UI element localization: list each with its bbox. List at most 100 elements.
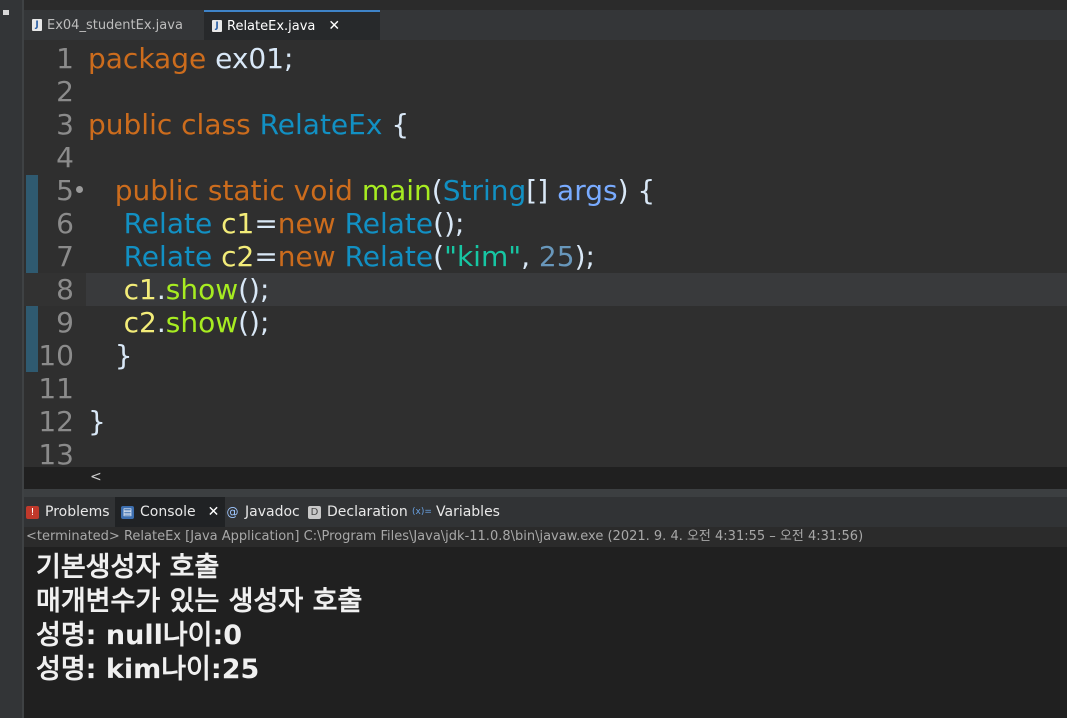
console-status-line: <terminated> RelateEx [Java Application]…: [24, 527, 1067, 547]
code-token: ();: [433, 207, 465, 240]
line-number: 2: [56, 75, 74, 108]
code-editor[interactable]: 1 package ex01; 2 3 public class RelateE…: [24, 40, 1067, 467]
java-file-icon: J: [32, 19, 42, 31]
keyword: static: [207, 174, 285, 207]
code-token: ) {: [617, 174, 656, 207]
method-name: show: [165, 306, 239, 339]
declaration-icon: D: [308, 505, 321, 519]
code-line: 12 }: [24, 405, 1067, 438]
code-line: 4: [24, 141, 1067, 174]
tab-label: Ex04_studentEx.java: [47, 17, 183, 33]
tab-declaration[interactable]: D Declaration: [308, 497, 408, 527]
code-token: }: [88, 405, 106, 438]
tab-problems[interactable]: ! Problems: [26, 497, 110, 527]
tab-relateex[interactable]: J RelateEx.java ✕: [204, 10, 380, 40]
code-text: c1.show();: [88, 273, 270, 306]
javadoc-icon: @: [226, 504, 239, 519]
keyword: public: [88, 108, 173, 141]
console-line: 성명: kim나이:25: [36, 654, 260, 685]
keyword: void: [293, 174, 353, 207]
left-side-strip: [0, 0, 22, 718]
line-number: 9: [56, 306, 74, 339]
code-line: 11: [24, 372, 1067, 405]
code-token: ,: [521, 240, 539, 273]
console-line: 기본생성자 호출: [36, 552, 220, 583]
line-number: 4: [56, 141, 74, 174]
java-file-icon: J: [212, 20, 222, 32]
keyword: new: [277, 207, 336, 240]
variable-name: c2: [221, 240, 255, 273]
class-name: Relate: [344, 240, 434, 273]
code-text: package ex01;: [88, 42, 294, 75]
code-token: );: [574, 240, 595, 273]
code-line: 2: [24, 75, 1067, 108]
line-number: 13: [38, 438, 74, 467]
fold-marker-icon[interactable]: [76, 186, 83, 193]
class-name: String: [442, 174, 527, 207]
bottom-panel-tab-bar: ! Problems ▤ Console ✕ @ Javadoc D Decla…: [24, 497, 1067, 527]
console-icon: ▤: [121, 505, 134, 519]
variable-name: c1: [221, 207, 255, 240]
code-token: }: [114, 339, 133, 372]
code-token: ();: [238, 273, 270, 306]
horizontal-scrollbar[interactable]: <: [24, 467, 1067, 489]
code-token: (: [433, 240, 445, 273]
code-line: 9 c2.show();: [24, 306, 1067, 339]
keyword: new: [277, 240, 336, 273]
code-text: Relate c2=new Relate("kim", 25);: [88, 240, 595, 273]
string-literal: "kim": [444, 240, 522, 273]
line-number: 11: [38, 372, 74, 405]
minimize-icon[interactable]: [3, 10, 9, 15]
code-token: (: [431, 174, 443, 207]
tab-label: Console: [140, 504, 196, 520]
tab-label: Declaration: [327, 504, 408, 520]
close-icon[interactable]: ✕: [328, 18, 340, 34]
code-text: Relate c1=new Relate();: [88, 207, 465, 240]
code-token: ex01;: [206, 42, 294, 75]
close-icon[interactable]: ✕: [208, 504, 220, 520]
console-output[interactable]: 기본생성자 호출 매개변수가 있는 생성자 호출 성명: null나이:0 성명…: [24, 547, 1067, 718]
editor-tab-bar: J Ex04_studentEx.java J RelateEx.java ✕: [24, 10, 1067, 40]
class-name: Relate: [344, 207, 434, 240]
class-name: Relate: [123, 207, 213, 240]
code-token: {: [391, 108, 410, 141]
line-number: 5: [56, 174, 74, 207]
code-token: =: [254, 240, 278, 273]
line-number: 6: [56, 207, 74, 240]
parameter-name: args: [557, 174, 618, 207]
console-line: 성명: null나이:0: [36, 620, 243, 651]
code-line: 7 Relate c2=new Relate("kim", 25);: [24, 240, 1067, 273]
line-number: 10: [38, 339, 74, 372]
tab-javadoc[interactable]: @ Javadoc: [226, 497, 300, 527]
tab-variables[interactable]: (x)= Variables: [412, 497, 500, 527]
problems-icon: !: [26, 505, 39, 519]
class-name: Relate: [123, 240, 213, 273]
code-token: =: [254, 207, 278, 240]
code-text: c2.show();: [88, 306, 270, 339]
scroll-left-icon[interactable]: <: [90, 469, 102, 485]
code-line: 6 Relate c1=new Relate();: [24, 207, 1067, 240]
code-text: public class RelateEx {: [88, 108, 409, 141]
method-name: main: [361, 174, 432, 207]
method-name: show: [165, 273, 239, 306]
variable-name: c2: [123, 306, 157, 339]
code-line: 5 public static void main(String[] args)…: [24, 174, 1067, 207]
class-name: RelateEx: [259, 108, 383, 141]
code-line: 10 }: [24, 339, 1067, 372]
current-code-line: 8 c1.show();: [24, 273, 1067, 306]
code-line: 3 public class RelateEx {: [24, 108, 1067, 141]
tab-label: RelateEx.java: [227, 18, 316, 34]
number-literal: 25: [538, 240, 575, 273]
tab-ex04-studentex[interactable]: J Ex04_studentEx.java: [24, 10, 208, 40]
panel-divider[interactable]: [24, 489, 1067, 497]
code-token: .: [156, 306, 166, 339]
code-line: 1 package ex01;: [24, 42, 1067, 75]
line-number: 8: [56, 273, 74, 306]
line-number: 3: [56, 108, 74, 141]
code-token: .: [156, 273, 166, 306]
tab-console[interactable]: ▤ Console ✕: [115, 497, 226, 527]
code-text: }: [88, 339, 133, 372]
variable-name: c1: [123, 273, 157, 306]
keyword: package: [88, 42, 207, 75]
keyword: class: [181, 108, 251, 141]
